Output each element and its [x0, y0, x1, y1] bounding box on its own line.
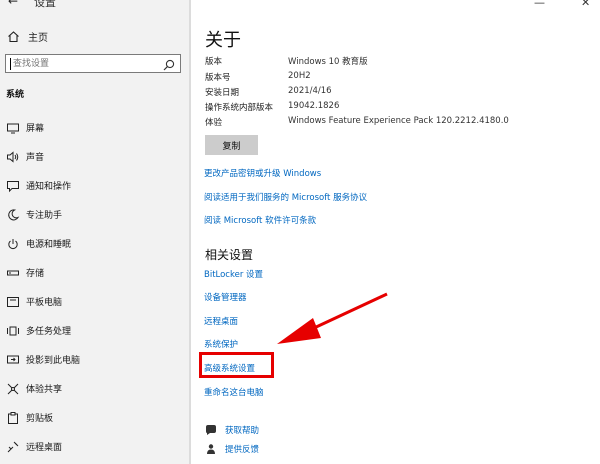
- sidebar-item-label: 屏幕: [26, 124, 45, 134]
- search-box[interactable]: [5, 54, 181, 73]
- sidebar-item-clipboard[interactable]: 剪贴板: [0, 407, 189, 427]
- sidebar-item-notifications[interactable]: 通知和操作: [0, 175, 189, 195]
- spec-key: 安装日期: [205, 88, 240, 98]
- sidebar-item-project[interactable]: 投影到此电脑: [0, 349, 189, 369]
- section-label-system: 系统: [6, 90, 25, 100]
- rename-pc-link[interactable]: 重命名这台电脑: [204, 386, 264, 398]
- spec-value: 2021/4/16: [288, 86, 332, 96]
- sidebar-item-label: 通知和操作: [26, 182, 72, 192]
- sidebar-item-label: 投影到此电脑: [26, 356, 81, 366]
- close-button[interactable]: ✕: [581, 0, 590, 9]
- help-icon: [205, 424, 217, 436]
- sidebar-item-display[interactable]: 屏幕: [0, 117, 189, 137]
- remote-desktop-link[interactable]: 远程桌面: [204, 315, 238, 327]
- spec-row-os-build: 操作系统内部版本 19042.1826: [205, 101, 585, 113]
- storage-icon: [6, 265, 20, 279]
- sidebar-item-label: 专注助手: [26, 211, 63, 221]
- related-settings-title: 相关设置: [205, 248, 254, 262]
- sidebar-item-label: 存储: [26, 269, 45, 279]
- sidebar-item-label: 电源和睡眠: [26, 240, 72, 250]
- search-input[interactable]: [13, 56, 163, 71]
- project-icon: [6, 352, 20, 366]
- sidebar-item-shared-experiences[interactable]: 体验共享: [0, 378, 189, 398]
- spec-key: 版本号: [205, 73, 231, 83]
- multitask-icon: [6, 323, 20, 337]
- give-feedback-label: 提供反馈: [225, 445, 260, 455]
- main-content: — ✕ 关于 版本 Windows 10 教育版 版本号 20H2 安装日期 2…: [191, 0, 600, 464]
- back-arrow-icon[interactable]: ←: [8, 0, 18, 8]
- window-title: 设置: [34, 0, 56, 9]
- get-help-label: 获取帮助: [225, 426, 260, 436]
- red-arrow-icon: [277, 292, 388, 344]
- license-terms-link[interactable]: 阅读 Microsoft 软件许可条款: [204, 214, 316, 226]
- sidebar-item-label: 声音: [26, 153, 45, 163]
- copy-button[interactable]: 复制: [205, 135, 258, 155]
- spec-row-experience: 体验 Windows Feature Experience Pack 120.2…: [205, 116, 585, 128]
- clipboard-icon: [6, 410, 20, 424]
- spec-row-version: 版本号 20H2: [205, 71, 585, 83]
- home-icon: [6, 29, 20, 43]
- power-icon: [6, 236, 20, 250]
- give-feedback-link[interactable]: 提供反馈: [205, 442, 259, 456]
- sidebar-item-focus-assist[interactable]: 专注助手: [0, 204, 189, 224]
- device-manager-link[interactable]: 设备管理器: [204, 291, 247, 303]
- notification-icon: [6, 178, 20, 193]
- change-product-key-link[interactable]: 更改产品密钥或升级 Windows: [204, 167, 321, 179]
- sidebar-item-sound[interactable]: 声音: [0, 146, 189, 166]
- moon-icon: [6, 207, 20, 221]
- spec-row-install-date: 安装日期 2021/4/16: [205, 86, 585, 98]
- share-icon: [6, 381, 20, 395]
- spec-key: 体验: [205, 118, 223, 128]
- sidebar-item-tablet[interactable]: 平板电脑: [0, 291, 189, 311]
- system-protection-link[interactable]: 系统保护: [204, 338, 238, 350]
- home-label: 主页: [28, 32, 48, 44]
- remote-icon: [6, 439, 20, 453]
- page-title: 关于: [205, 30, 241, 51]
- sidebar-item-multitasking[interactable]: 多任务处理: [0, 320, 189, 340]
- window-titlebar: ← 设置: [0, 0, 189, 10]
- search-icon[interactable]: [162, 57, 176, 71]
- sidebar-item-label: 体验共享: [26, 385, 63, 395]
- tablet-icon: [6, 294, 20, 308]
- spec-value: 19042.1826: [288, 101, 340, 111]
- minimize-button[interactable]: —: [534, 0, 545, 9]
- feedback-icon: [205, 443, 217, 455]
- bitlocker-settings-link[interactable]: BitLocker 设置: [204, 268, 263, 280]
- spec-value: 20H2: [288, 71, 311, 81]
- sidebar-item-remote-desktop[interactable]: 远程桌面: [0, 436, 189, 456]
- service-agreement-link[interactable]: 阅读适用于我们服务的 Microsoft 服务协议: [204, 191, 367, 203]
- sidebar-item-label: 剪贴板: [26, 414, 54, 424]
- sidebar-item-storage[interactable]: 存储: [0, 262, 189, 282]
- speaker-icon: [6, 149, 20, 163]
- spec-key: 版本: [205, 57, 223, 67]
- sidebar-item-power[interactable]: 电源和睡眠: [0, 233, 189, 253]
- sidebar: ← 设置 主页 系统 屏幕 声音 通知和操作 专注助手 电源和睡眠 存储: [0, 0, 189, 464]
- sidebar-item-label: 远程桌面: [26, 443, 63, 453]
- sidebar-item-label: 多任务处理: [26, 327, 72, 337]
- spec-key: 操作系统内部版本: [205, 103, 274, 113]
- spec-value: Windows 10 教育版: [288, 57, 368, 67]
- sidebar-item-label: 平板电脑: [26, 298, 63, 308]
- monitor-icon: [6, 120, 20, 134]
- get-help-link[interactable]: 获取帮助: [205, 423, 259, 437]
- spec-row-edition: 版本 Windows 10 教育版: [205, 55, 585, 67]
- text-caret: [10, 57, 11, 70]
- sidebar-home[interactable]: 主页: [6, 28, 48, 44]
- spec-value: Windows Feature Experience Pack 120.2212…: [288, 116, 509, 126]
